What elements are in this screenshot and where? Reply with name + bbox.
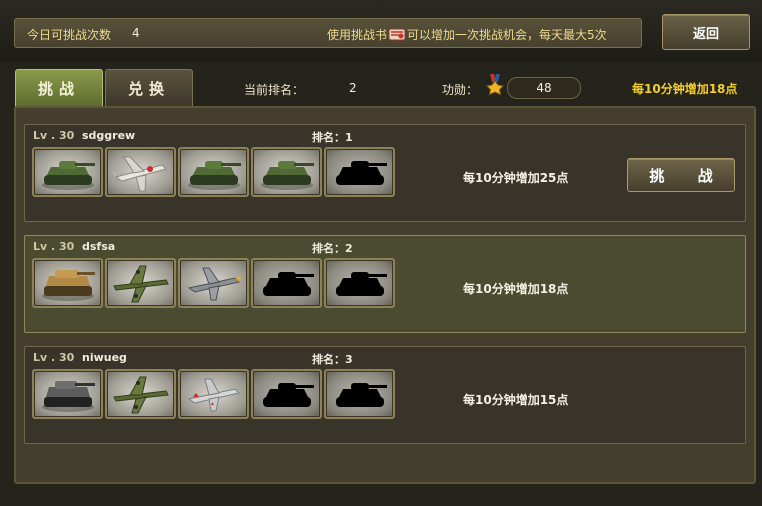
unit-slot — [178, 369, 249, 419]
opponent-rank: 排名：2 — [312, 242, 353, 255]
unit-slot — [32, 147, 103, 197]
merit-value: 48 — [507, 77, 581, 99]
unit-slot-locked — [251, 369, 322, 419]
locked-tank-silhouette-icon — [262, 383, 314, 407]
hint-text-before: 使用挑战书 — [327, 28, 388, 42]
unit-slots — [32, 258, 395, 308]
attempts-label: 今日可挑战次数 — [27, 28, 112, 42]
opponent-name: sdggrew — [82, 129, 136, 142]
opponent-row: Lv . 30 sdggrew 排名：1 每10分钟增加25点 挑 战 — [24, 124, 746, 222]
tab-exchange[interactable]: 兑换 — [105, 69, 193, 107]
opponent-level: Lv . 30 — [33, 129, 75, 142]
locked-tank-silhouette-icon — [335, 272, 387, 296]
unit-slot-locked — [324, 258, 395, 308]
opponent-name: dsfsa — [82, 240, 116, 253]
merit-label: 功勋： — [442, 83, 479, 97]
back-button[interactable]: 返回 — [662, 14, 750, 50]
opponent-gain-rate: 每10分钟增加25点 — [463, 171, 569, 185]
green-tank-icon — [41, 161, 95, 190]
opponent-gain-rate: 每10分钟增加15点 — [463, 393, 569, 407]
opponent-row: Lv . 30 niwueg 排名：3 每10分钟增加15点 — [24, 346, 746, 444]
current-rank-value: 2 — [349, 81, 357, 95]
locked-tank-silhouette-icon — [262, 272, 314, 296]
ticket-hint: 使用挑战书 可以增加一次挑战机会，每天最大5次 — [327, 26, 607, 43]
grey-fighter-plane-icon — [187, 267, 241, 301]
unit-slot-locked — [324, 369, 395, 419]
green-bomber-plane-icon — [112, 376, 169, 414]
attempts-value: 4 — [132, 26, 140, 40]
opponent-level: Lv . 30 — [33, 351, 75, 364]
attempts-info-strip: 今日可挑战次数 4 使用挑战书 可以增加一次挑战机会，每天最大5次 — [14, 18, 642, 48]
hint-text-after: 可以增加一次挑战机会，每天最大5次 — [407, 28, 607, 42]
opponent-gain-rate: 每10分钟增加18点 — [463, 282, 569, 296]
challenge-ticket-icon — [388, 26, 406, 42]
unit-slots — [32, 147, 395, 197]
grey-tank-icon — [41, 381, 95, 412]
unit-slots — [32, 369, 395, 419]
current-gain-rate: 每10分钟增加18点 — [632, 82, 738, 96]
unit-slot-locked — [324, 147, 395, 197]
opponent-rank: 排名：3 — [312, 353, 353, 366]
opponent-level: Lv . 30 — [33, 240, 75, 253]
unit-slot — [105, 147, 176, 197]
unit-slot — [32, 369, 103, 419]
green-tank-icon — [260, 161, 314, 190]
opponent-rank: 排名：1 — [312, 131, 353, 144]
current-rank-label: 当前排名： — [244, 83, 305, 97]
challenge-button[interactable]: 挑 战 — [627, 158, 735, 192]
unit-slot — [251, 147, 322, 197]
unit-slot — [178, 147, 249, 197]
opponent-name: niwueg — [82, 351, 127, 364]
unit-slot — [105, 369, 176, 419]
unit-slot — [178, 258, 249, 308]
unit-slot — [105, 258, 176, 308]
tab-challenge[interactable]: 挑战 — [15, 69, 103, 107]
opponent-row-self: Lv . 30 dsfsa 排名：2 每10分钟增加18点 — [24, 235, 746, 333]
unit-slot — [32, 258, 103, 308]
unit-slot-locked — [251, 258, 322, 308]
locked-tank-silhouette-icon — [335, 161, 387, 185]
silver-fighter-plane-icon — [187, 378, 240, 412]
white-fighter-plane-icon — [111, 156, 167, 192]
green-bomber-plane-icon — [112, 265, 169, 303]
medal-icon — [484, 74, 506, 100]
desert-tank-icon — [41, 270, 95, 301]
green-tank-icon — [187, 161, 241, 190]
locked-tank-silhouette-icon — [335, 383, 387, 407]
